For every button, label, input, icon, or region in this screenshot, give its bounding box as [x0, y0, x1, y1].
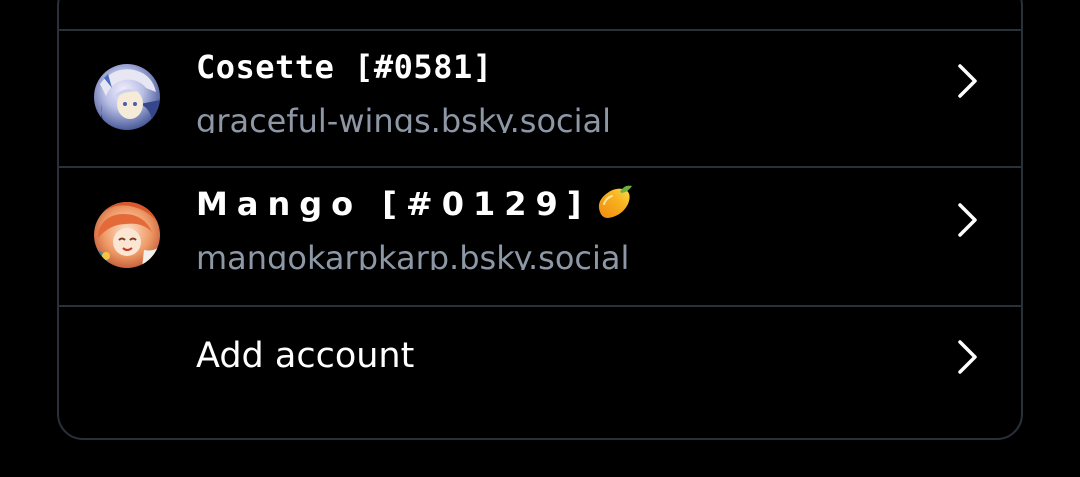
avatar: [94, 64, 160, 130]
account-handle: mangokarpkarp.bsky.social: [196, 239, 630, 270]
account-handle: graceful-wings.bsky.social: [196, 102, 611, 133]
chevron-right-icon: [958, 64, 977, 98]
chevron-right-icon: [958, 203, 977, 237]
account-display-name-text: Mango [#0129]: [196, 185, 591, 223]
account-handle-container: graceful-wings.bsky.social: [196, 99, 896, 133]
chevron-right-icon: [958, 340, 977, 374]
mango-emoji-icon: [599, 185, 633, 218]
add-account-label: Add account: [196, 336, 415, 376]
account-handle-container: mangokarpkarp.bsky.social: [196, 236, 896, 270]
account-row-cosette[interactable]: Cosette [#0581] graceful-wings.bsky.soci…: [59, 29, 1021, 166]
avatar: [94, 202, 160, 268]
add-account-button[interactable]: Add account: [59, 305, 1021, 438]
account-row-mango[interactable]: Mango [#0129] mangokarpkarp.bsky.social: [59, 166, 1021, 305]
account-display-name: Mango [#0129]: [196, 185, 634, 223]
account-display-name: Cosette [#0581]: [196, 48, 493, 86]
account-list-panel: Cosette [#0581] graceful-wings.bsky.soci…: [57, 0, 1023, 440]
